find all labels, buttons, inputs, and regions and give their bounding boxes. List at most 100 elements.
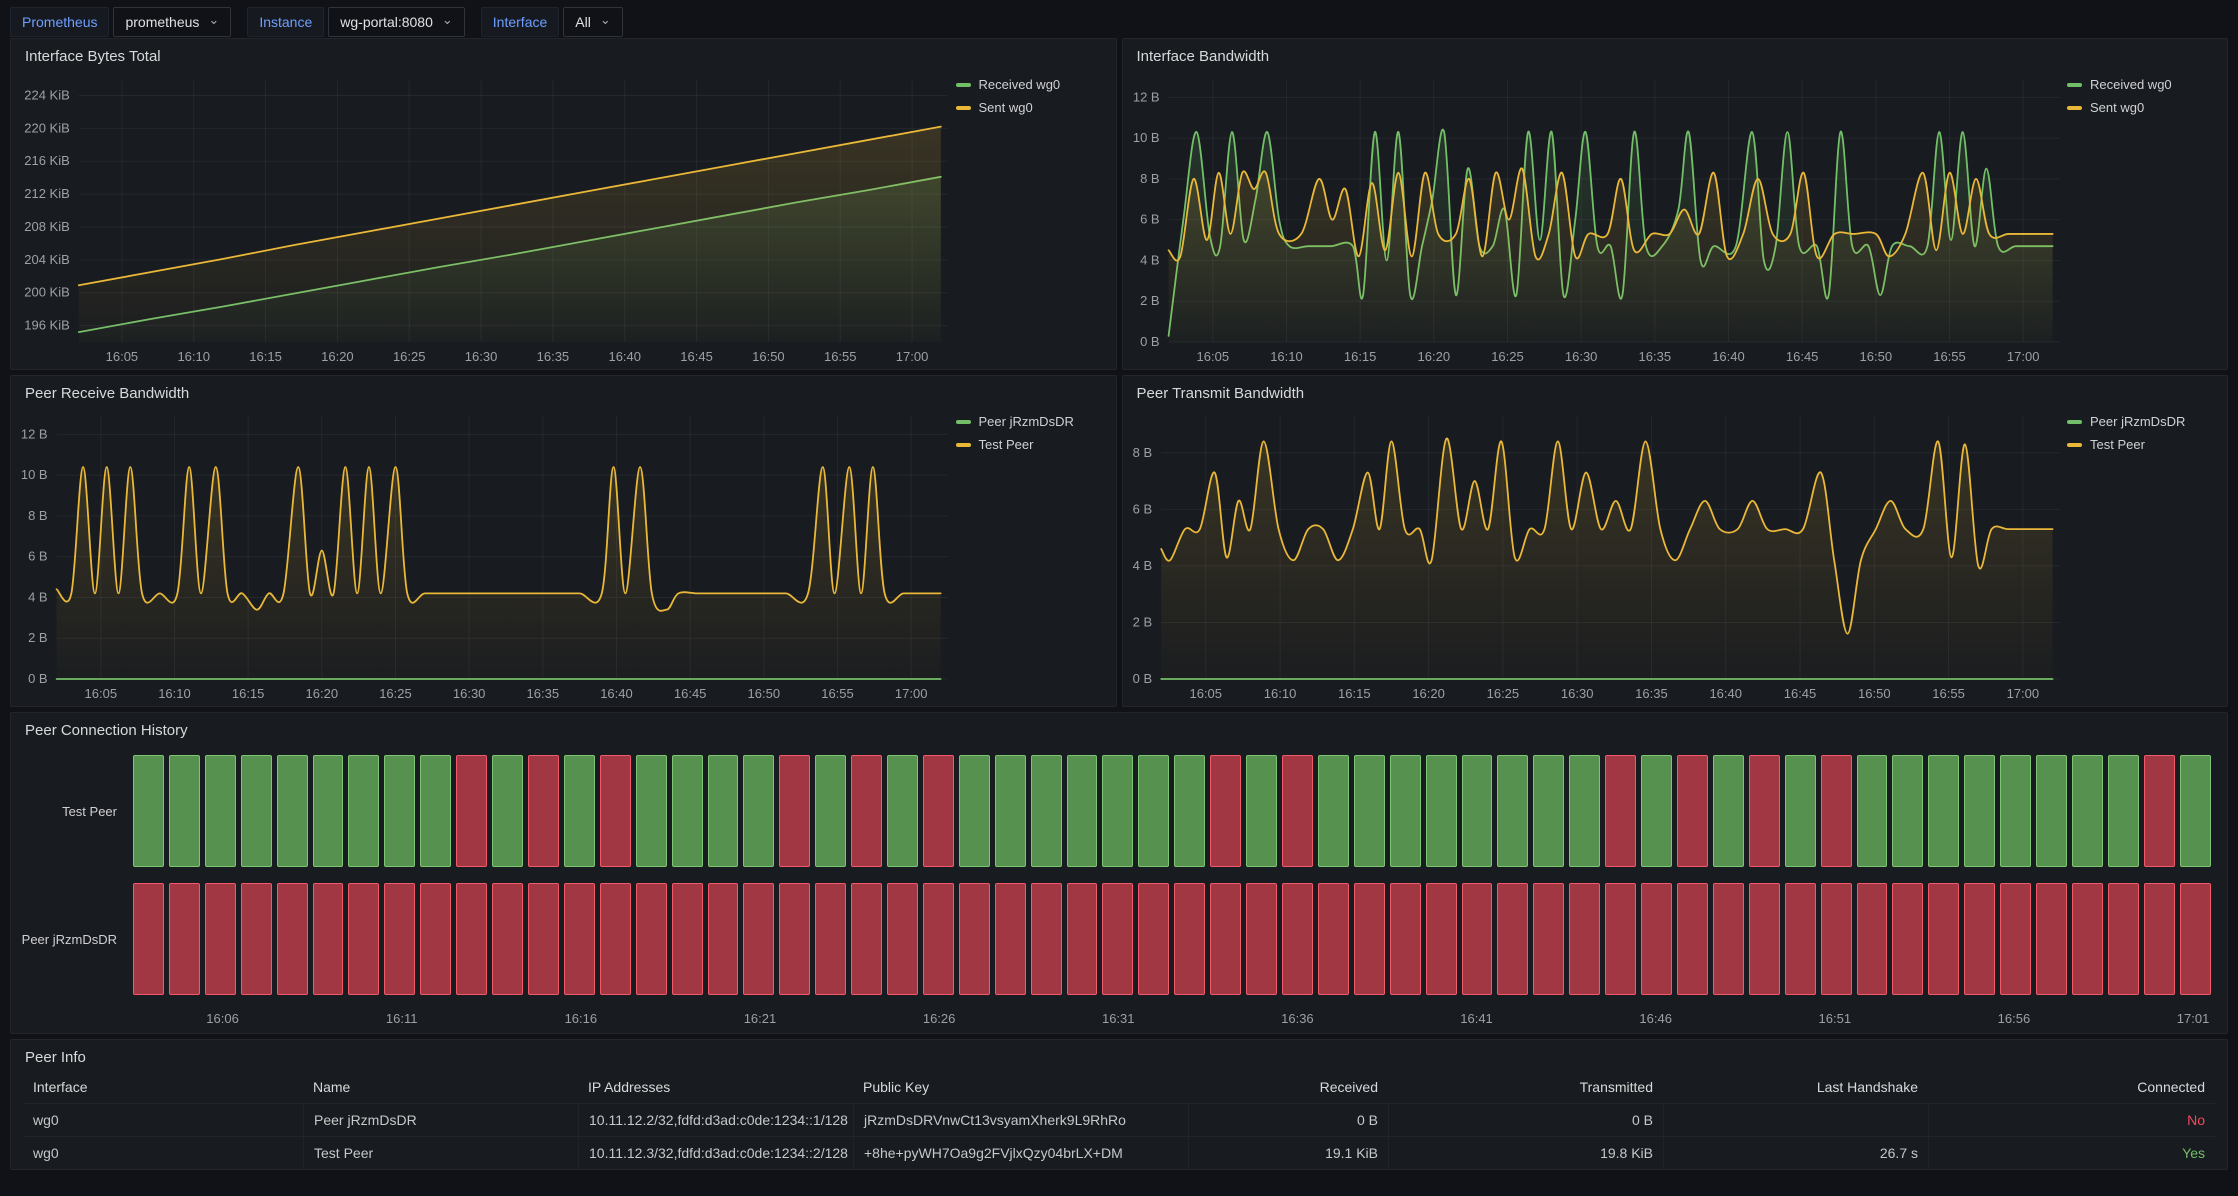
status-block-connected xyxy=(815,755,846,867)
status-block-disconnected xyxy=(636,883,667,995)
x-axis-tick: 16:05 xyxy=(106,349,139,364)
variable-prometheus: Prometheusprometheus⌄ xyxy=(10,7,231,37)
column-header-connected[interactable]: Connected xyxy=(1928,1070,2215,1103)
status-block-disconnected xyxy=(708,883,739,995)
column-header-received[interactable]: Received xyxy=(1188,1070,1388,1103)
status-block-disconnected xyxy=(1749,755,1780,867)
status-block-disconnected xyxy=(492,883,523,995)
legend-item-peer-jrzmdsdr[interactable]: Peer jRzmDsDR xyxy=(2067,414,2217,429)
x-axis-tick: 16:40 xyxy=(608,349,641,364)
status-block-connected xyxy=(1785,755,1816,867)
x-axis-tick: 16:56 xyxy=(1998,1011,2031,1026)
legend-item-sent-wg0[interactable]: Sent wg0 xyxy=(956,100,1106,115)
status-block-connected xyxy=(205,755,236,867)
timeseries-chart[interactable]: 16:0516:1016:1516:2016:2516:3016:3516:40… xyxy=(11,404,956,706)
status-block-disconnected xyxy=(779,755,810,867)
legend-label: Peer jRzmDsDR xyxy=(2090,414,2185,429)
panel-title[interactable]: Peer Receive Bandwidth xyxy=(11,376,1116,404)
x-axis-tick: 16:41 xyxy=(1460,1011,1493,1026)
panel-title[interactable]: Peer Transmit Bandwidth xyxy=(1123,376,2228,404)
timeseries-chart[interactable]: 16:0516:1016:1516:2016:2516:3016:3516:40… xyxy=(1123,404,2068,706)
x-axis-tick: 16:50 xyxy=(1858,686,1891,701)
status-history-rows: Test PeerPeer jRzmDsDR xyxy=(11,755,2211,1011)
timeseries-chart[interactable]: 16:0516:1016:1516:2016:2516:3016:3516:40… xyxy=(11,67,956,369)
variable-value-text: prometheus xyxy=(125,14,199,30)
status-block-disconnected xyxy=(2108,883,2139,995)
column-header-last-handshake[interactable]: Last Handshake xyxy=(1663,1070,1928,1103)
legend-item-peer-jrzmdsdr[interactable]: Peer jRzmDsDR xyxy=(956,414,1106,429)
status-block-disconnected xyxy=(1641,883,1672,995)
variable-label-instance: Instance xyxy=(247,7,324,37)
x-axis-tick: 16:40 xyxy=(600,686,633,701)
status-block-disconnected xyxy=(1964,883,1995,995)
status-block-connected xyxy=(1102,755,1133,867)
legend-item-sent-wg0[interactable]: Sent wg0 xyxy=(2067,100,2217,115)
status-block-disconnected xyxy=(348,883,379,995)
status-block-connected xyxy=(1318,755,1349,867)
variable-value-interface[interactable]: All⌄ xyxy=(563,7,622,37)
column-header-name[interactable]: Name xyxy=(303,1070,578,1103)
status-block-disconnected xyxy=(241,883,272,995)
status-block-connected xyxy=(492,755,523,867)
status-block-disconnected xyxy=(1426,883,1457,995)
status-block-disconnected xyxy=(1569,883,1600,995)
x-axis-tick: 16:40 xyxy=(1712,349,1745,364)
timeseries-chart[interactable]: 16:0516:1016:1516:2016:2516:3016:3516:40… xyxy=(1123,67,2068,369)
y-axis-tick: 220 KiB xyxy=(24,120,70,135)
panel-interface-bytes-total: Interface Bytes Total 16:0516:1016:1516:… xyxy=(10,38,1117,370)
panel-peer-info: Peer Info InterfaceNameIP AddressesPubli… xyxy=(10,1039,2228,1170)
status-history-axis: 16:0616:1116:1616:2116:2616:3116:3616:41… xyxy=(133,1011,2211,1033)
legend-item-received-wg0[interactable]: Received wg0 xyxy=(956,77,1106,92)
status-block-connected xyxy=(887,755,918,867)
column-header-public-key[interactable]: Public Key xyxy=(853,1070,1188,1103)
variable-bar: Prometheusprometheus⌄Instancewg-portal:8… xyxy=(10,0,2228,38)
legend-item-test-peer[interactable]: Test Peer xyxy=(956,437,1106,452)
status-block-connected xyxy=(133,755,164,867)
status-block-connected xyxy=(1031,755,1062,867)
x-axis-tick: 16:06 xyxy=(206,1011,239,1026)
x-axis-tick: 16:10 xyxy=(1270,349,1303,364)
status-block-disconnected xyxy=(1533,883,1564,995)
x-axis-tick: 16:35 xyxy=(1638,349,1671,364)
column-header-transmitted[interactable]: Transmitted xyxy=(1388,1070,1663,1103)
variable-value-instance[interactable]: wg-portal:8080⌄ xyxy=(328,7,465,37)
panel-title[interactable]: Interface Bytes Total xyxy=(11,39,1116,67)
status-block-connected xyxy=(2072,755,2103,867)
cell-last-handshake xyxy=(1663,1103,1928,1136)
cell-transmitted: 0 B xyxy=(1388,1103,1663,1136)
variable-label-interface: Interface xyxy=(481,7,559,37)
status-block-connected xyxy=(1569,755,1600,867)
x-axis-tick: 16:30 xyxy=(453,686,486,701)
variable-value-text: wg-portal:8080 xyxy=(340,14,433,30)
x-axis-tick: 16:15 xyxy=(1343,349,1376,364)
legend-swatch xyxy=(2067,106,2082,110)
status-block-disconnected xyxy=(1749,883,1780,995)
legend-label: Received wg0 xyxy=(2090,77,2172,92)
panel-peer-transmit-bandwidth: Peer Transmit Bandwidth 16:0516:1016:151… xyxy=(1122,375,2229,707)
cell-name: Test Peer xyxy=(303,1136,578,1169)
x-axis-tick: 16:20 xyxy=(306,686,339,701)
variable-value-prometheus[interactable]: prometheus⌄ xyxy=(113,7,231,37)
history-row-label: Peer jRzmDsDR xyxy=(11,883,133,995)
legend-item-received-wg0[interactable]: Received wg0 xyxy=(2067,77,2217,92)
panel-title[interactable]: Interface Bandwidth xyxy=(1123,39,2228,67)
column-header-interface[interactable]: Interface xyxy=(23,1070,303,1103)
panel-title[interactable]: Peer Connection History xyxy=(11,713,2227,741)
y-axis-tick: 10 B xyxy=(1132,130,1159,145)
legend-label: Peer jRzmDsDR xyxy=(979,414,1074,429)
x-axis-tick: 16:25 xyxy=(1491,349,1524,364)
panel-interface-bandwidth: Interface Bandwidth 16:0516:1016:1516:20… xyxy=(1122,38,2229,370)
legend-item-test-peer[interactable]: Test Peer xyxy=(2067,437,2217,452)
column-header-ip-addresses[interactable]: IP Addresses xyxy=(578,1070,853,1103)
panel-title[interactable]: Peer Info xyxy=(11,1040,2227,1068)
cell-transmitted: 19.8 KiB xyxy=(1388,1136,1663,1169)
status-block-disconnected xyxy=(1102,883,1133,995)
x-axis-tick: 16:30 xyxy=(1560,686,1593,701)
x-axis-tick: 16:55 xyxy=(1932,686,1965,701)
x-axis-tick: 16:05 xyxy=(1196,349,1229,364)
legend-swatch xyxy=(2067,420,2082,424)
y-axis-tick: 204 KiB xyxy=(24,252,70,267)
status-block-disconnected xyxy=(1785,883,1816,995)
x-axis-tick: 16:25 xyxy=(379,686,412,701)
x-axis-tick: 16:35 xyxy=(537,349,570,364)
